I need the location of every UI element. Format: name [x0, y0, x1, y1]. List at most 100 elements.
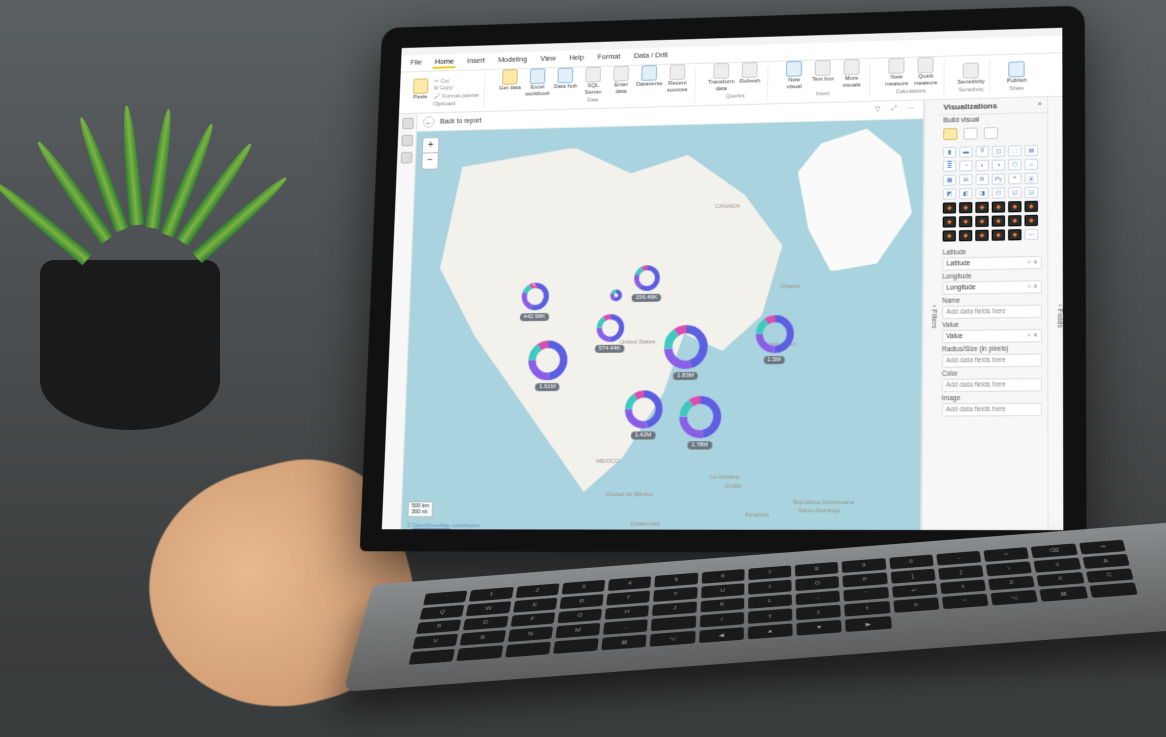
map-donut-marker[interactable]: 1.78M — [677, 394, 724, 441]
map-donut-marker[interactable]: 1.61M — [526, 339, 570, 383]
report-view-icon[interactable] — [402, 118, 414, 130]
model-view-icon[interactable] — [400, 152, 412, 164]
back-to-report-label[interactable]: Back to report — [440, 117, 482, 125]
custom-visual-icon[interactable]: ◆ — [959, 230, 972, 241]
custom-visual-icon[interactable]: ◆ — [943, 202, 956, 213]
enter-data-button[interactable]: Enter data — [608, 66, 634, 95]
field-well[interactable]: Add data fields here — [942, 403, 1043, 417]
get-more-visuals-icon[interactable]: ⋯ — [1025, 229, 1038, 240]
well-dropdown-icon[interactable]: ˅ ✕ — [1027, 259, 1038, 266]
menu-data-drill[interactable]: Data / Drill — [632, 49, 670, 63]
field-well[interactable]: Value˅ ✕ — [942, 329, 1042, 343]
custom-visual-icon[interactable]: ◆ — [1025, 215, 1038, 226]
zoom-in-button[interactable]: + — [423, 138, 439, 154]
osm-link[interactable]: OpenStreetMap — [412, 523, 450, 529]
sensitivity-button[interactable]: Sensitivity — [958, 62, 984, 86]
text-box-button[interactable]: Text box — [810, 60, 836, 83]
field-well[interactable]: Add data fields here — [942, 378, 1042, 392]
custom-visual-icon[interactable]: ◆ — [975, 230, 988, 241]
focus-mode-icon[interactable]: ⤢ — [891, 105, 901, 115]
viz-type-icon[interactable]: ◰ — [992, 187, 1005, 198]
get-data-button[interactable]: Get data — [497, 69, 523, 92]
well-dropdown-icon[interactable]: ˅ ✕ — [1027, 283, 1038, 290]
viz-type-icon[interactable]: ⊞ — [959, 174, 972, 185]
viz-type-icon[interactable]: Py — [992, 173, 1005, 184]
back-arrow-icon[interactable]: ← — [423, 116, 435, 128]
field-well[interactable]: Add data fields here — [942, 305, 1042, 319]
menu-file[interactable]: File — [408, 57, 424, 70]
map-donut-marker[interactable] — [608, 287, 624, 303]
more-options-icon[interactable]: ⋯ — [907, 104, 917, 114]
map-donut-marker[interactable]: 1.5M — [753, 313, 796, 356]
viz-type-icon[interactable]: ◫ — [992, 146, 1005, 157]
transform-data-button[interactable]: Transform data — [708, 63, 734, 92]
menu-home[interactable]: Home — [433, 56, 456, 69]
refresh-button[interactable]: Refresh — [737, 62, 763, 85]
quick-measure-button[interactable]: Quick measure — [913, 57, 939, 87]
viz-type-icon[interactable]: ▤ — [1025, 145, 1038, 156]
viz-type-icon[interactable]: ◲ — [1025, 187, 1038, 198]
menu-modeling[interactable]: Modeling — [496, 54, 529, 67]
viz-type-icon[interactable]: ⌂ — [1025, 159, 1038, 170]
viz-type-icon[interactable]: ▬ — [959, 146, 972, 157]
viz-type-icon[interactable]: ≣ — [943, 161, 956, 172]
cut-button[interactable]: ✂ Cut — [434, 77, 480, 85]
viz-type-icon[interactable]: ⬚ — [1008, 145, 1021, 156]
field-well[interactable]: Add data fields here — [942, 353, 1042, 367]
viz-type-icon[interactable]: ◔ — [959, 160, 972, 171]
filter-icon[interactable]: ▽ — [875, 105, 885, 115]
custom-visual-icon[interactable]: ◆ — [1025, 201, 1038, 212]
data-view-icon[interactable] — [401, 135, 413, 147]
well-dropdown-icon[interactable]: ˅ ✕ — [1027, 332, 1038, 339]
field-well[interactable]: Longitude˅ ✕ — [942, 280, 1042, 295]
viz-type-icon[interactable]: ▦ — [943, 175, 956, 186]
viz-type-icon[interactable]: ⫴ — [976, 146, 989, 157]
viz-type-icon[interactable]: ⬡ — [1008, 159, 1021, 170]
publish-button[interactable]: Publish — [1004, 61, 1030, 85]
custom-visual-icon[interactable]: ◆ — [992, 229, 1005, 240]
viz-type-icon[interactable]: R — [975, 174, 988, 185]
custom-visual-icon[interactable]: ◆ — [992, 201, 1005, 212]
paste-button[interactable]: Paste — [410, 78, 432, 101]
map-donut-marker[interactable]: 1.83M — [662, 323, 711, 371]
custom-visual-icon[interactable]: ◆ — [959, 202, 972, 213]
fields-pane-collapsed[interactable]: ‹ Fields — [1048, 97, 1063, 531]
format-visual-tab[interactable] — [963, 128, 977, 140]
map-visual[interactable]: CANADAUnited StatesOttawaWashingtonMEXIC… — [401, 119, 923, 530]
menu-view[interactable]: View — [538, 53, 558, 66]
viz-type-icon[interactable]: ⌖ — [1008, 173, 1021, 184]
custom-visual-icon[interactable]: ◆ — [943, 230, 956, 241]
custom-visual-icon[interactable]: ◆ — [959, 216, 972, 227]
map-donut-marker[interactable]: 1.42M — [622, 388, 665, 430]
map-donut-marker[interactable]: 442.98K — [519, 280, 551, 312]
menu-format[interactable]: Format — [595, 51, 622, 64]
viz-type-icon[interactable]: ◐ — [976, 160, 989, 171]
field-well[interactable]: Latitude˅ ✕ — [942, 256, 1042, 271]
custom-visual-icon[interactable]: ◆ — [975, 202, 988, 213]
custom-visual-icon[interactable]: ◆ — [975, 216, 988, 227]
viz-type-icon[interactable]: ◩ — [943, 188, 956, 199]
custom-visual-icon[interactable]: ◆ — [1008, 201, 1021, 212]
new-visual-button[interactable]: New visual — [781, 61, 807, 90]
map-donut-marker[interactable]: 574.44K — [594, 311, 626, 343]
viz-type-icon[interactable]: ⦿ — [1025, 173, 1038, 184]
custom-visual-icon[interactable]: ◆ — [992, 215, 1005, 226]
zoom-out-button[interactable]: − — [422, 153, 438, 169]
custom-visual-icon[interactable]: ◆ — [1008, 229, 1021, 240]
new-measure-button[interactable]: New measure — [884, 58, 910, 88]
custom-visual-icon[interactable]: ◆ — [943, 216, 956, 227]
collapse-pane-icon[interactable]: » — [1038, 101, 1042, 108]
viz-type-icon[interactable]: ◨ — [975, 188, 988, 199]
map-donut-marker[interactable]: 156.46K — [632, 263, 662, 293]
recent-sources-button[interactable]: Recent sources — [665, 64, 691, 93]
data-hub-button[interactable]: Data hub — [553, 68, 579, 91]
analytics-tab[interactable] — [984, 127, 998, 139]
viz-type-icon[interactable]: ▮ — [943, 147, 956, 158]
format-painter-button[interactable]: 🖌 Format painter — [433, 92, 479, 100]
sql-server-button[interactable]: SQL Server — [580, 67, 606, 96]
build-visual-tab[interactable] — [943, 128, 957, 140]
viz-type-icon[interactable]: ◱ — [1008, 187, 1021, 198]
dataverse-button[interactable]: Dataverse — [637, 65, 663, 88]
viz-type-icon[interactable]: ◑ — [992, 160, 1005, 171]
excel-workbook-button[interactable]: Excel workbook — [525, 69, 551, 98]
